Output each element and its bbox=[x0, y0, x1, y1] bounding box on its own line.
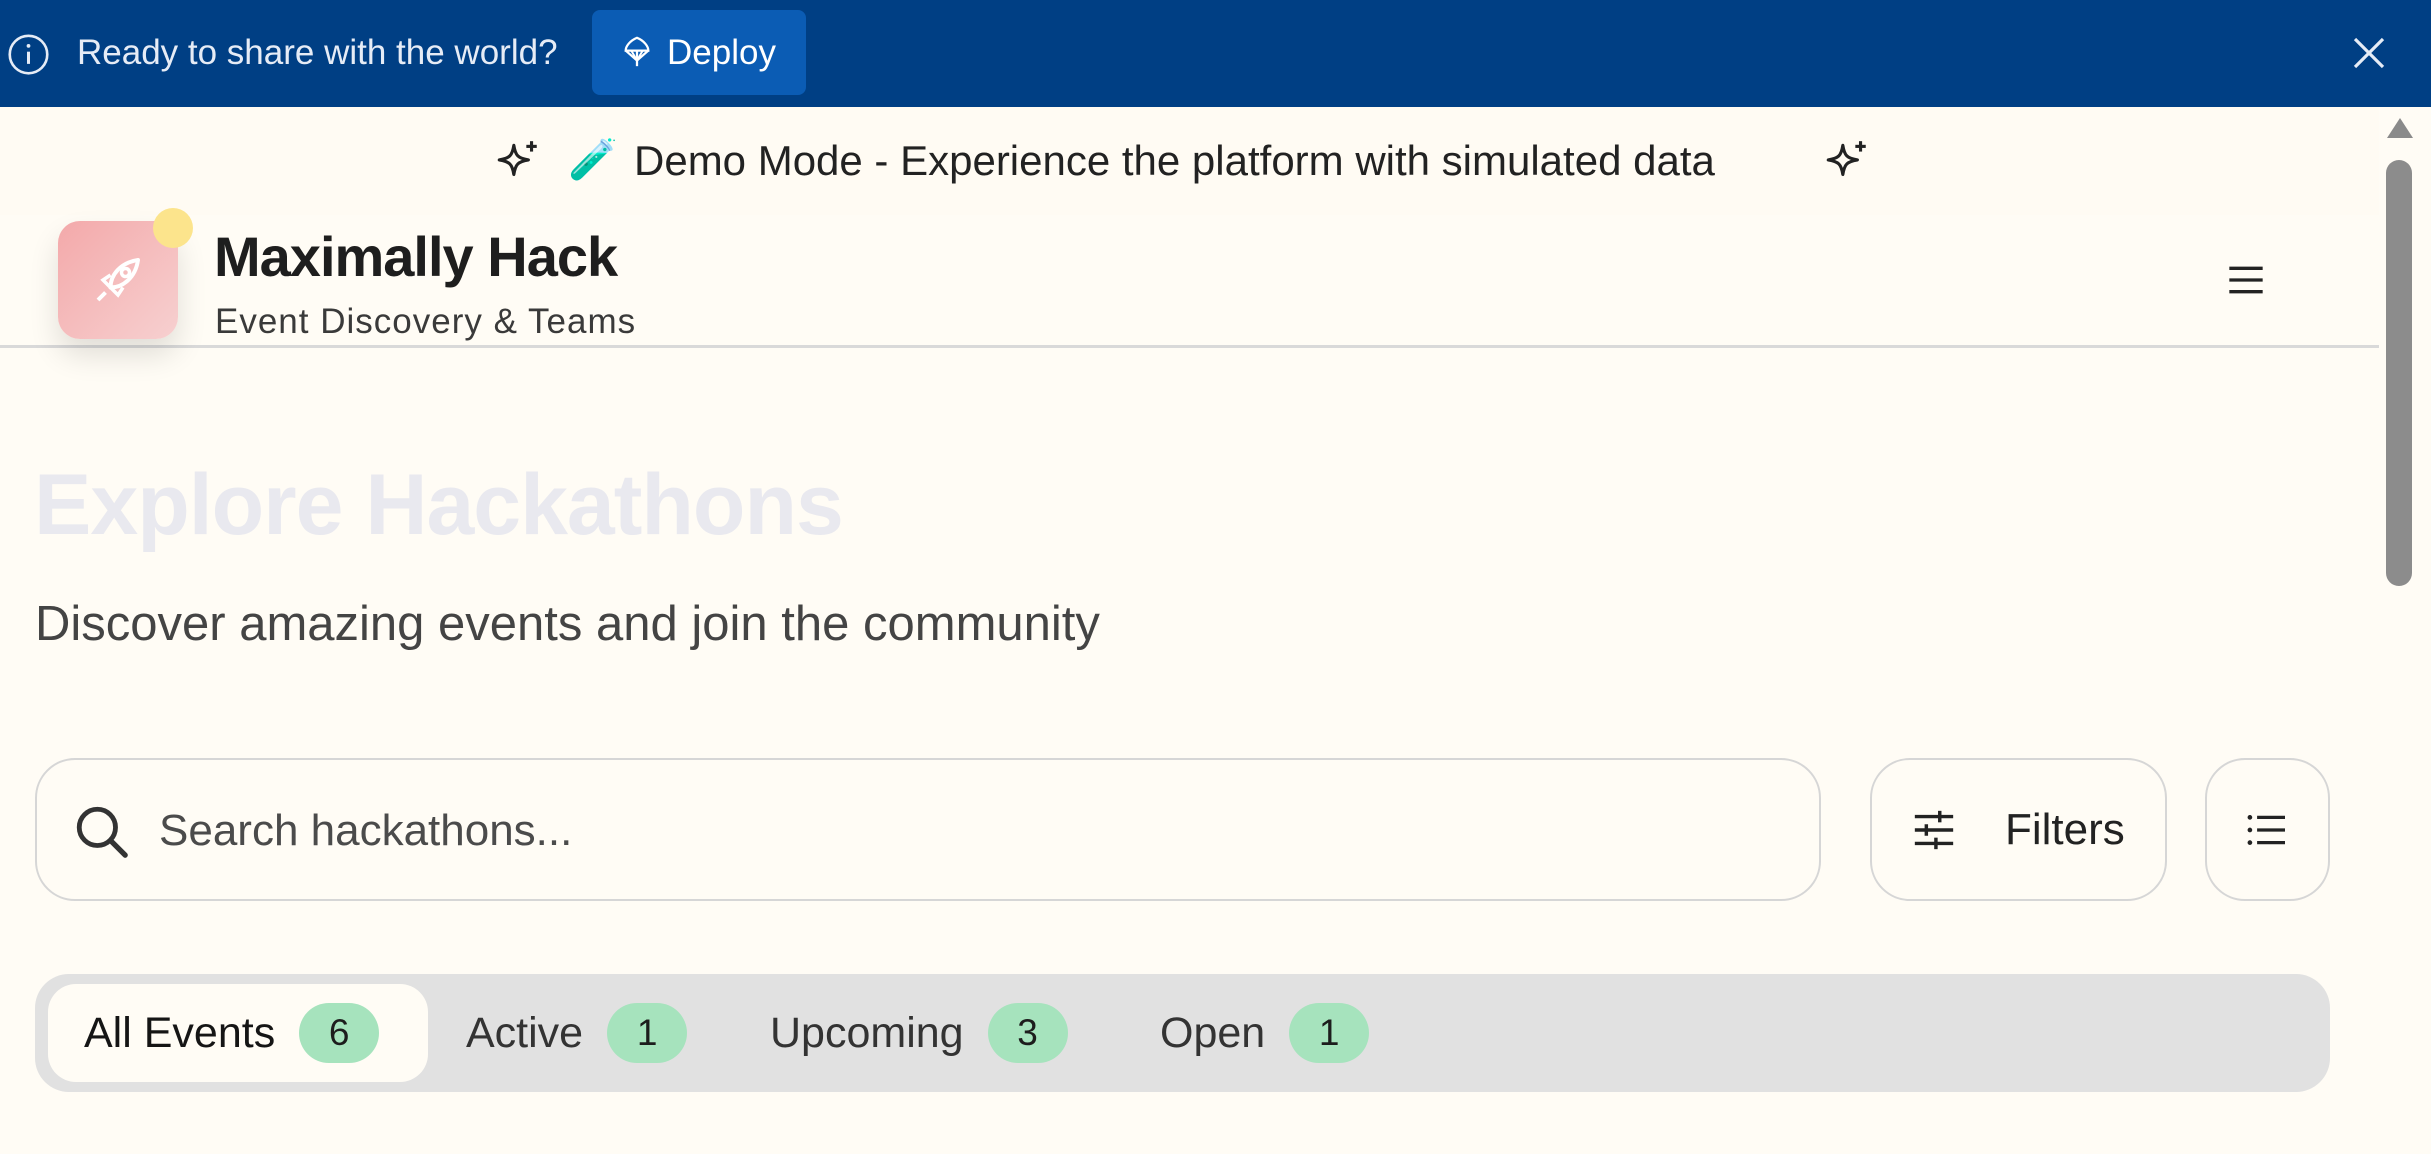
search-icon bbox=[76, 806, 128, 858]
logo-status-dot bbox=[153, 208, 193, 248]
count-badge: 1 bbox=[1289, 1003, 1370, 1063]
brand-title: Maximally Hack bbox=[214, 225, 618, 288]
tab-upcoming[interactable]: Upcoming 3 bbox=[770, 984, 1068, 1082]
tab-active[interactable]: Active 1 bbox=[466, 984, 688, 1082]
sparkle-icon bbox=[1826, 141, 1866, 177]
scroll-up-arrow[interactable] bbox=[2387, 118, 2413, 138]
rocket-icon bbox=[96, 258, 140, 302]
count-badge: 6 bbox=[299, 1003, 380, 1063]
info-icon bbox=[8, 34, 49, 75]
filters-label: Filters bbox=[2005, 805, 2125, 854]
search-input[interactable] bbox=[157, 796, 1757, 866]
sliders-icon bbox=[1914, 810, 1954, 850]
rocket-launch-icon bbox=[624, 36, 650, 67]
tab-open[interactable]: Open 1 bbox=[1160, 984, 1370, 1082]
deploy-button[interactable]: Deploy bbox=[592, 10, 806, 95]
brand-subtitle: Event Discovery & Teams bbox=[215, 302, 637, 341]
tab-label: Active bbox=[466, 1008, 584, 1057]
page-title: Explore Hackathons bbox=[34, 457, 844, 553]
sparkle-icon bbox=[497, 141, 537, 177]
hamburger-menu-icon[interactable] bbox=[2226, 263, 2266, 297]
tab-label: Upcoming bbox=[770, 1008, 964, 1057]
tab-label: All Events bbox=[84, 1008, 276, 1057]
deploy-banner-message: Ready to share with the world? bbox=[77, 33, 558, 72]
count-badge: 3 bbox=[987, 1003, 1068, 1063]
test-tube-emoji: 🧪 bbox=[568, 138, 618, 182]
count-badge: 1 bbox=[607, 1003, 688, 1063]
tab-label: Open bbox=[1160, 1008, 1266, 1057]
list-view-icon bbox=[2247, 815, 2285, 845]
page-subtitle: Discover amazing events and join the com… bbox=[35, 597, 1100, 651]
close-icon[interactable] bbox=[2348, 32, 2390, 74]
demo-mode-text: Demo Mode - Experience the platform with… bbox=[634, 137, 1715, 184]
deploy-banner: Ready to share with the world? Deploy bbox=[0, 0, 2431, 107]
tab-all-events[interactable]: All Events 6 bbox=[48, 984, 428, 1082]
scrollbar-thumb[interactable] bbox=[2386, 160, 2412, 586]
deploy-button-label: Deploy bbox=[667, 33, 776, 72]
